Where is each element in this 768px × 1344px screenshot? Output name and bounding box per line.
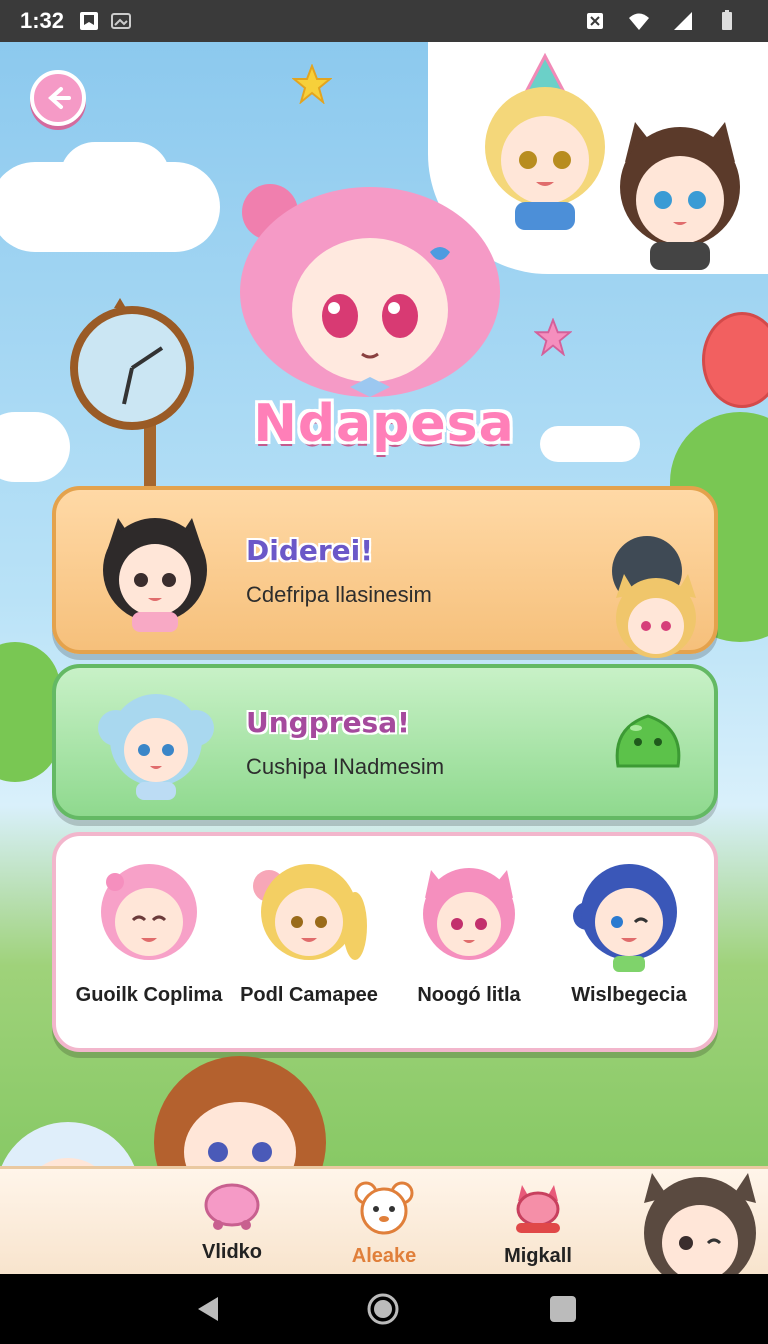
friends-card: Guoilk Coplima Podl Camapee Noogó litla …	[52, 832, 718, 1052]
friend-name: Wislbegecia	[571, 984, 687, 1006]
friend-avatar	[101, 864, 197, 960]
battery-icon	[722, 10, 732, 30]
friend-avatar	[253, 864, 367, 960]
bear-face-icon	[354, 1181, 414, 1235]
blue-hair-girl-avatar	[98, 694, 214, 800]
cat-girl-avatar	[103, 518, 207, 632]
mode-card-2[interactable]: Ungpresa! Cushipa INadmesim	[52, 664, 718, 820]
cloud-left-top	[60, 142, 170, 212]
card-title: Ungpresa!	[246, 706, 410, 739]
friend-avatar	[423, 868, 515, 960]
card-title: Diderei!	[246, 534, 374, 567]
friend-item[interactable]: Guoilk Coplima	[74, 856, 224, 1009]
nav-item-vlidko[interactable]: Vlidko	[172, 1181, 292, 1264]
friend-name: Noogó litla	[417, 984, 521, 1006]
cat-ear-girl-avatar	[620, 122, 740, 270]
nav-label: Migkall	[504, 1245, 572, 1267]
status-bar: 1:32	[0, 0, 768, 42]
wifi-icon	[629, 13, 649, 30]
star-icon	[534, 318, 572, 356]
tree-left	[0, 642, 60, 782]
bottom-nav: Vlidko Aleake Migkall	[0, 1166, 768, 1274]
nav-label: Vlidko	[201, 1241, 262, 1263]
star-icon	[292, 64, 332, 104]
main-character-avatar	[240, 184, 500, 397]
nav-item-migkall[interactable]: Migkall	[478, 1181, 598, 1268]
friend-item[interactable]: Podl Camapee	[234, 856, 384, 1009]
app-title: Ndapesa	[253, 394, 515, 454]
friend-name: Podl Camapee	[240, 984, 378, 1006]
nfc-icon	[587, 13, 603, 29]
friend-item[interactable]: Wislbegecia	[554, 856, 704, 1009]
green-slime-icon	[615, 714, 681, 768]
brown-hair-girl-avatar	[154, 1056, 326, 1172]
nav-label: Aleake	[351, 1245, 417, 1267]
back-triangle-icon[interactable]	[194, 1294, 224, 1324]
image-notification-icon	[80, 12, 99, 30]
friend-name: Guoilk Coplima	[75, 984, 223, 1006]
status-time: 1:32	[20, 8, 65, 33]
app-scene: Ndapesa Diderei! Cdefripa llasinesim Ung…	[0, 42, 768, 1274]
blonde-cat-girl-avatar	[616, 574, 696, 658]
arrow-left-icon	[48, 87, 71, 109]
friend-avatar	[573, 864, 677, 972]
pink-cat-icon	[516, 1185, 560, 1233]
back-button[interactable]	[30, 70, 86, 126]
home-circle-icon[interactable]	[366, 1292, 400, 1326]
system-nav-bar	[0, 1274, 768, 1344]
pink-blob-icon	[204, 1183, 260, 1230]
nav-item-aleake[interactable]: Aleake	[324, 1181, 444, 1268]
gallery-notification-icon	[111, 13, 132, 29]
mode-card-1[interactable]: Diderei! Cdefripa llasinesim	[52, 486, 718, 658]
recents-square-icon[interactable]	[548, 1294, 578, 1324]
card-subtitle: Cushipa INadmesim	[246, 754, 445, 779]
card-subtitle: Cdefripa llasinesim	[246, 582, 432, 607]
signal-icon	[674, 12, 692, 30]
winking-cat-girl-avatar	[644, 1173, 756, 1274]
friend-item[interactable]: Noogó litla	[394, 856, 544, 1009]
